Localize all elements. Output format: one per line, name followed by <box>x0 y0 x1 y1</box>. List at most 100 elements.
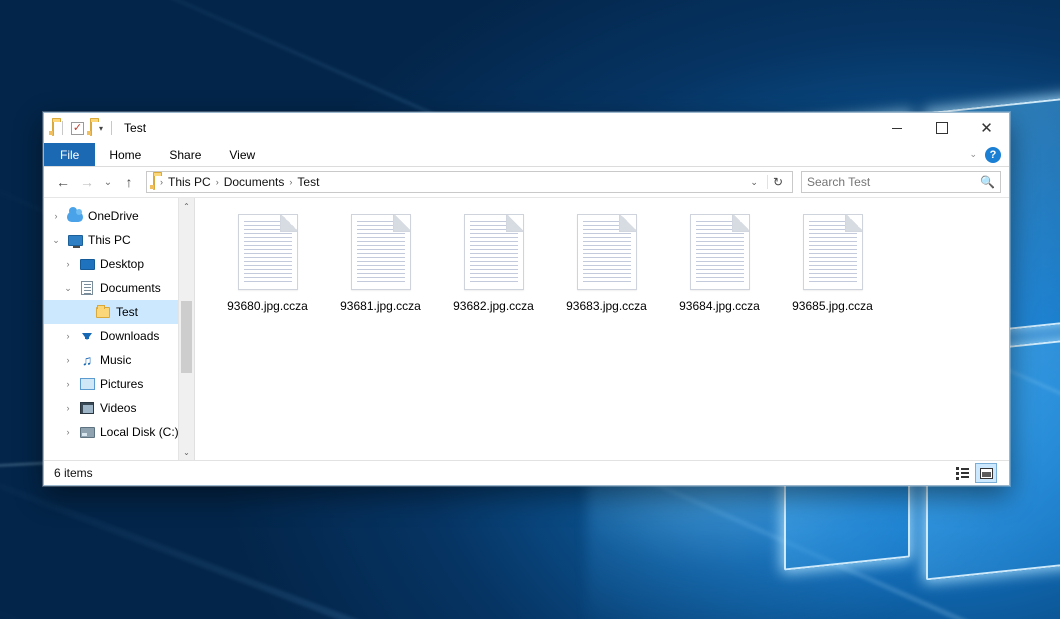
videos-icon <box>79 400 95 416</box>
file-name: 93681.jpg.ccza <box>340 299 421 313</box>
folder-icon[interactable] <box>52 121 54 135</box>
ribbon-tab-bar: File Home Share View ⌄ ? <box>44 143 1009 167</box>
back-button[interactable]: ← <box>52 171 74 193</box>
breadcrumb-separator: › <box>216 177 219 187</box>
disk-icon <box>79 424 95 440</box>
sidebar-item-label: Local Disk (C:) <box>100 425 179 439</box>
search-box[interactable]: 🔍 <box>801 171 1001 193</box>
unknown-file-icon <box>351 214 411 290</box>
downloads-icon <box>79 328 95 344</box>
desktop-icon <box>79 256 95 272</box>
divider <box>111 121 112 135</box>
forward-button[interactable]: → <box>76 171 98 193</box>
sidebar-item-videos[interactable]: › Videos <box>44 396 194 420</box>
new-folder-icon[interactable] <box>90 121 92 135</box>
file-name: 93685.jpg.ccza <box>792 299 873 313</box>
pictures-icon <box>79 376 95 392</box>
sidebar-item-label: OneDrive <box>88 209 139 223</box>
chevron-right-icon[interactable]: › <box>62 427 74 437</box>
properties-checkbox-icon[interactable]: ✓ <box>71 122 84 135</box>
chevron-right-icon[interactable]: › <box>62 355 74 365</box>
list-item[interactable]: 93681.jpg.ccza <box>324 212 437 313</box>
list-item[interactable]: 93684.jpg.ccza <box>663 212 776 313</box>
tab-file[interactable]: File <box>44 143 95 166</box>
view-mode-buttons <box>951 463 999 483</box>
cloud-icon <box>67 208 83 224</box>
sidebar-item-test[interactable]: Test <box>44 300 194 324</box>
up-button[interactable]: ↑ <box>118 171 140 193</box>
scrollbar-thumb[interactable] <box>181 301 192 372</box>
unknown-file-icon <box>238 214 298 290</box>
tab-share[interactable]: Share <box>155 143 215 166</box>
large-icons-view-button[interactable] <box>975 463 997 483</box>
scroll-up-icon[interactable]: ⌃ <box>179 198 194 214</box>
sidebar-item-label: This PC <box>88 233 131 247</box>
divider <box>62 121 63 135</box>
folder-icon <box>95 304 111 320</box>
chevron-right-icon[interactable]: › <box>62 259 74 269</box>
help-icon[interactable]: ? <box>985 147 1001 163</box>
tab-view[interactable]: View <box>215 143 269 166</box>
details-view-button[interactable] <box>951 463 973 483</box>
breadcrumb-separator: › <box>289 177 292 187</box>
file-name: 93682.jpg.ccza <box>453 299 534 313</box>
window-body: › OneDrive ⌄ This PC › Desktop ⌄ Documen… <box>44 197 1009 460</box>
tab-home[interactable]: Home <box>95 143 155 166</box>
chevron-right-icon[interactable]: › <box>62 331 74 341</box>
breadcrumb-item-test[interactable]: Test <box>295 175 321 189</box>
item-count-label: 6 items <box>54 466 93 480</box>
sidebar-item-label: Pictures <box>100 377 143 391</box>
sidebar-item-desktop[interactable]: › Desktop <box>44 252 194 276</box>
recent-locations-button[interactable]: ⌄ <box>100 171 116 193</box>
music-icon: ♫ <box>79 352 95 368</box>
list-item[interactable]: 93680.jpg.ccza <box>211 212 324 313</box>
sidebar-item-this-pc[interactable]: ⌄ This PC <box>44 228 194 252</box>
unknown-file-icon <box>464 214 524 290</box>
sidebar-item-local-disk[interactable]: › Local Disk (C:) <box>44 420 194 444</box>
address-dropdown-icon[interactable]: ⌄ <box>744 177 764 188</box>
chevron-right-icon[interactable]: › <box>62 379 74 389</box>
sidebar-item-label: Music <box>100 353 131 367</box>
unknown-file-icon <box>577 214 637 290</box>
breadcrumb-item-this-pc[interactable]: This PC <box>166 175 213 189</box>
expand-ribbon-icon[interactable]: ⌄ <box>969 149 977 160</box>
search-icon[interactable]: 🔍 <box>980 175 995 189</box>
chevron-down-icon[interactable]: ⌄ <box>62 283 74 294</box>
scrollbar-track[interactable] <box>179 214 194 444</box>
unknown-file-icon <box>803 214 863 290</box>
chevron-right-icon[interactable]: › <box>50 211 62 221</box>
navigation-pane: › OneDrive ⌄ This PC › Desktop ⌄ Documen… <box>44 198 194 460</box>
large-icons-view-icon <box>980 468 993 479</box>
details-view-icon <box>956 467 969 480</box>
chevron-down-icon[interactable]: ▾ <box>99 124 103 133</box>
window-controls: ✕ <box>874 113 1009 143</box>
window-title: Test <box>124 121 146 135</box>
sidebar-item-onedrive[interactable]: › OneDrive <box>44 204 194 228</box>
computer-icon <box>67 232 83 248</box>
folder-icon <box>153 175 155 189</box>
scroll-down-icon[interactable]: ⌄ <box>179 444 194 460</box>
search-input[interactable] <box>807 175 980 189</box>
sidebar-scrollbar[interactable]: ⌃ ⌄ <box>178 198 194 460</box>
sidebar-item-pictures[interactable]: › Pictures <box>44 372 194 396</box>
refresh-icon[interactable]: ↻ <box>767 175 788 189</box>
list-item[interactable]: 93685.jpg.ccza <box>776 212 889 313</box>
list-item[interactable]: 93682.jpg.ccza <box>437 212 550 313</box>
sidebar-item-label: Downloads <box>100 329 159 343</box>
file-list-pane[interactable]: 93680.jpg.ccza 93681.jpg.ccza 93682.jpg.… <box>195 198 1009 460</box>
chevron-down-icon[interactable]: ⌄ <box>50 235 62 246</box>
address-bar[interactable]: › This PC › Documents › Test ⌄ ↻ <box>146 171 793 193</box>
minimize-button[interactable] <box>874 113 919 143</box>
title-bar: ✓ ▾ Test ✕ <box>44 113 1009 143</box>
breadcrumb-item-documents[interactable]: Documents <box>222 175 287 189</box>
sidebar-item-downloads[interactable]: › Downloads <box>44 324 194 348</box>
maximize-button[interactable] <box>919 113 964 143</box>
documents-icon <box>79 280 95 296</box>
list-item[interactable]: 93683.jpg.ccza <box>550 212 663 313</box>
unknown-file-icon <box>690 214 750 290</box>
close-button[interactable]: ✕ <box>964 113 1009 143</box>
chevron-right-icon[interactable]: › <box>62 403 74 413</box>
sidebar-item-music[interactable]: › ♫ Music <box>44 348 194 372</box>
sidebar-item-documents[interactable]: ⌄ Documents <box>44 276 194 300</box>
quick-access-toolbar: ✓ ▾ <box>52 121 114 135</box>
